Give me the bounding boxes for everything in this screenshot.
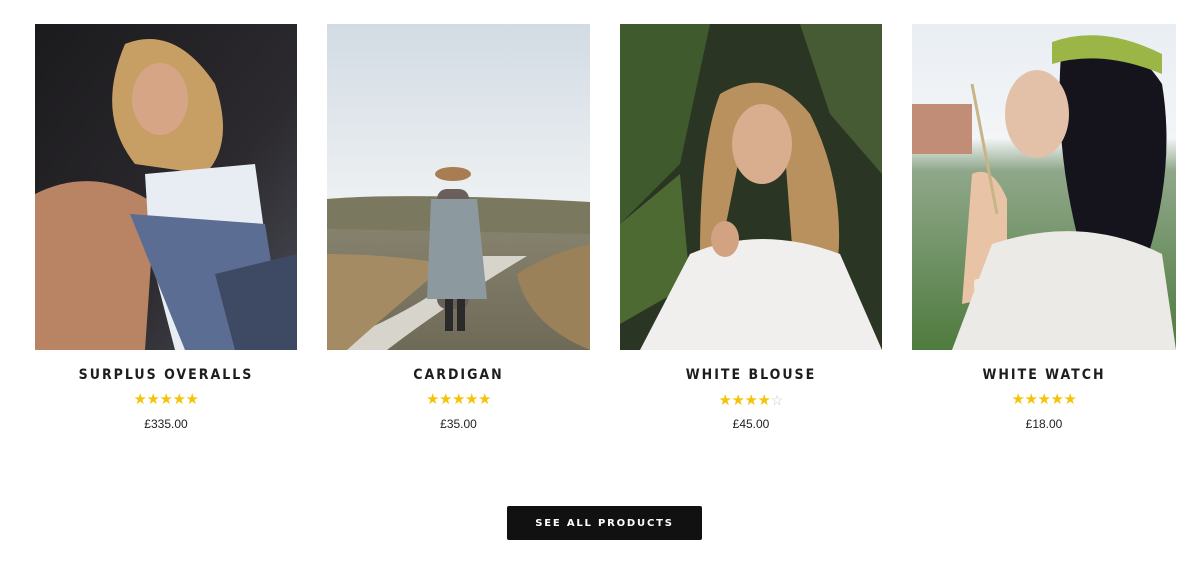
star-rating: ★★★★☆	[620, 392, 882, 409]
star-filled-icon: ★	[1011, 391, 1025, 408]
star-filled-icon: ★	[1024, 391, 1038, 408]
star-filled-icon: ★	[1037, 391, 1051, 408]
star-filled-icon: ★	[465, 391, 479, 408]
product-price: £45.00	[732, 417, 770, 431]
star-filled-icon: ★	[731, 392, 745, 409]
see-all-products-button[interactable]: SEE ALL PRODUCTS	[507, 506, 702, 540]
star-rating: ★★★★★	[327, 392, 590, 408]
product-price: £18.00	[1025, 417, 1063, 431]
woman-flower-crown-photo	[912, 24, 1176, 350]
star-filled-icon: ★	[744, 392, 758, 409]
product-image-surplus-overalls[interactable]	[35, 24, 297, 350]
product-title[interactable]: WHITE WATCH	[912, 366, 1176, 384]
star-filled-icon: ★	[172, 391, 186, 408]
star-rating: ★★★★★	[912, 392, 1176, 408]
product-image-white-watch[interactable]	[912, 24, 1176, 350]
star-filled-icon: ★	[426, 391, 440, 408]
star-empty-icon: ☆	[770, 392, 784, 408]
star-filled-icon: ★	[185, 391, 199, 408]
product-card-white-watch[interactable]: WHITE WATCH ★★★★★ £18.00	[912, 24, 1176, 431]
star-filled-icon: ★	[159, 391, 173, 408]
star-filled-icon: ★	[146, 391, 160, 408]
star-filled-icon: ★	[452, 391, 466, 408]
product-image-cardigan[interactable]	[327, 24, 590, 350]
product-title[interactable]: SURPLUS OVERALLS	[35, 366, 297, 384]
product-grid: SURPLUS OVERALLS ★★★★★ £335.00 CARDIGAN …	[35, 24, 1176, 444]
product-title[interactable]: CARDIGAN	[327, 366, 590, 384]
star-filled-icon: ★	[478, 391, 492, 408]
product-card-white-blouse[interactable]: WHITE BLOUSE ★★★★☆ £45.00	[620, 24, 882, 431]
product-card-surplus-overalls[interactable]: SURPLUS OVERALLS ★★★★★ £335.00	[35, 24, 297, 431]
woman-overalls-photo	[35, 24, 297, 350]
star-filled-icon: ★	[439, 391, 453, 408]
product-price: £335.00	[144, 417, 188, 431]
star-filled-icon: ★	[1063, 391, 1077, 408]
product-card-cardigan[interactable]: CARDIGAN ★★★★★ £35.00	[327, 24, 590, 431]
product-image-white-blouse[interactable]	[620, 24, 882, 350]
woman-blouse-photo	[620, 24, 882, 350]
star-filled-icon: ★	[133, 391, 147, 408]
star-filled-icon: ★	[1050, 391, 1064, 408]
product-price: £35.00	[440, 417, 477, 431]
star-filled-icon: ★	[757, 392, 771, 409]
star-filled-icon: ★	[718, 392, 732, 409]
woman-road-photo	[327, 24, 590, 350]
star-rating: ★★★★★	[35, 392, 297, 408]
product-title[interactable]: WHITE BLOUSE	[620, 366, 882, 384]
